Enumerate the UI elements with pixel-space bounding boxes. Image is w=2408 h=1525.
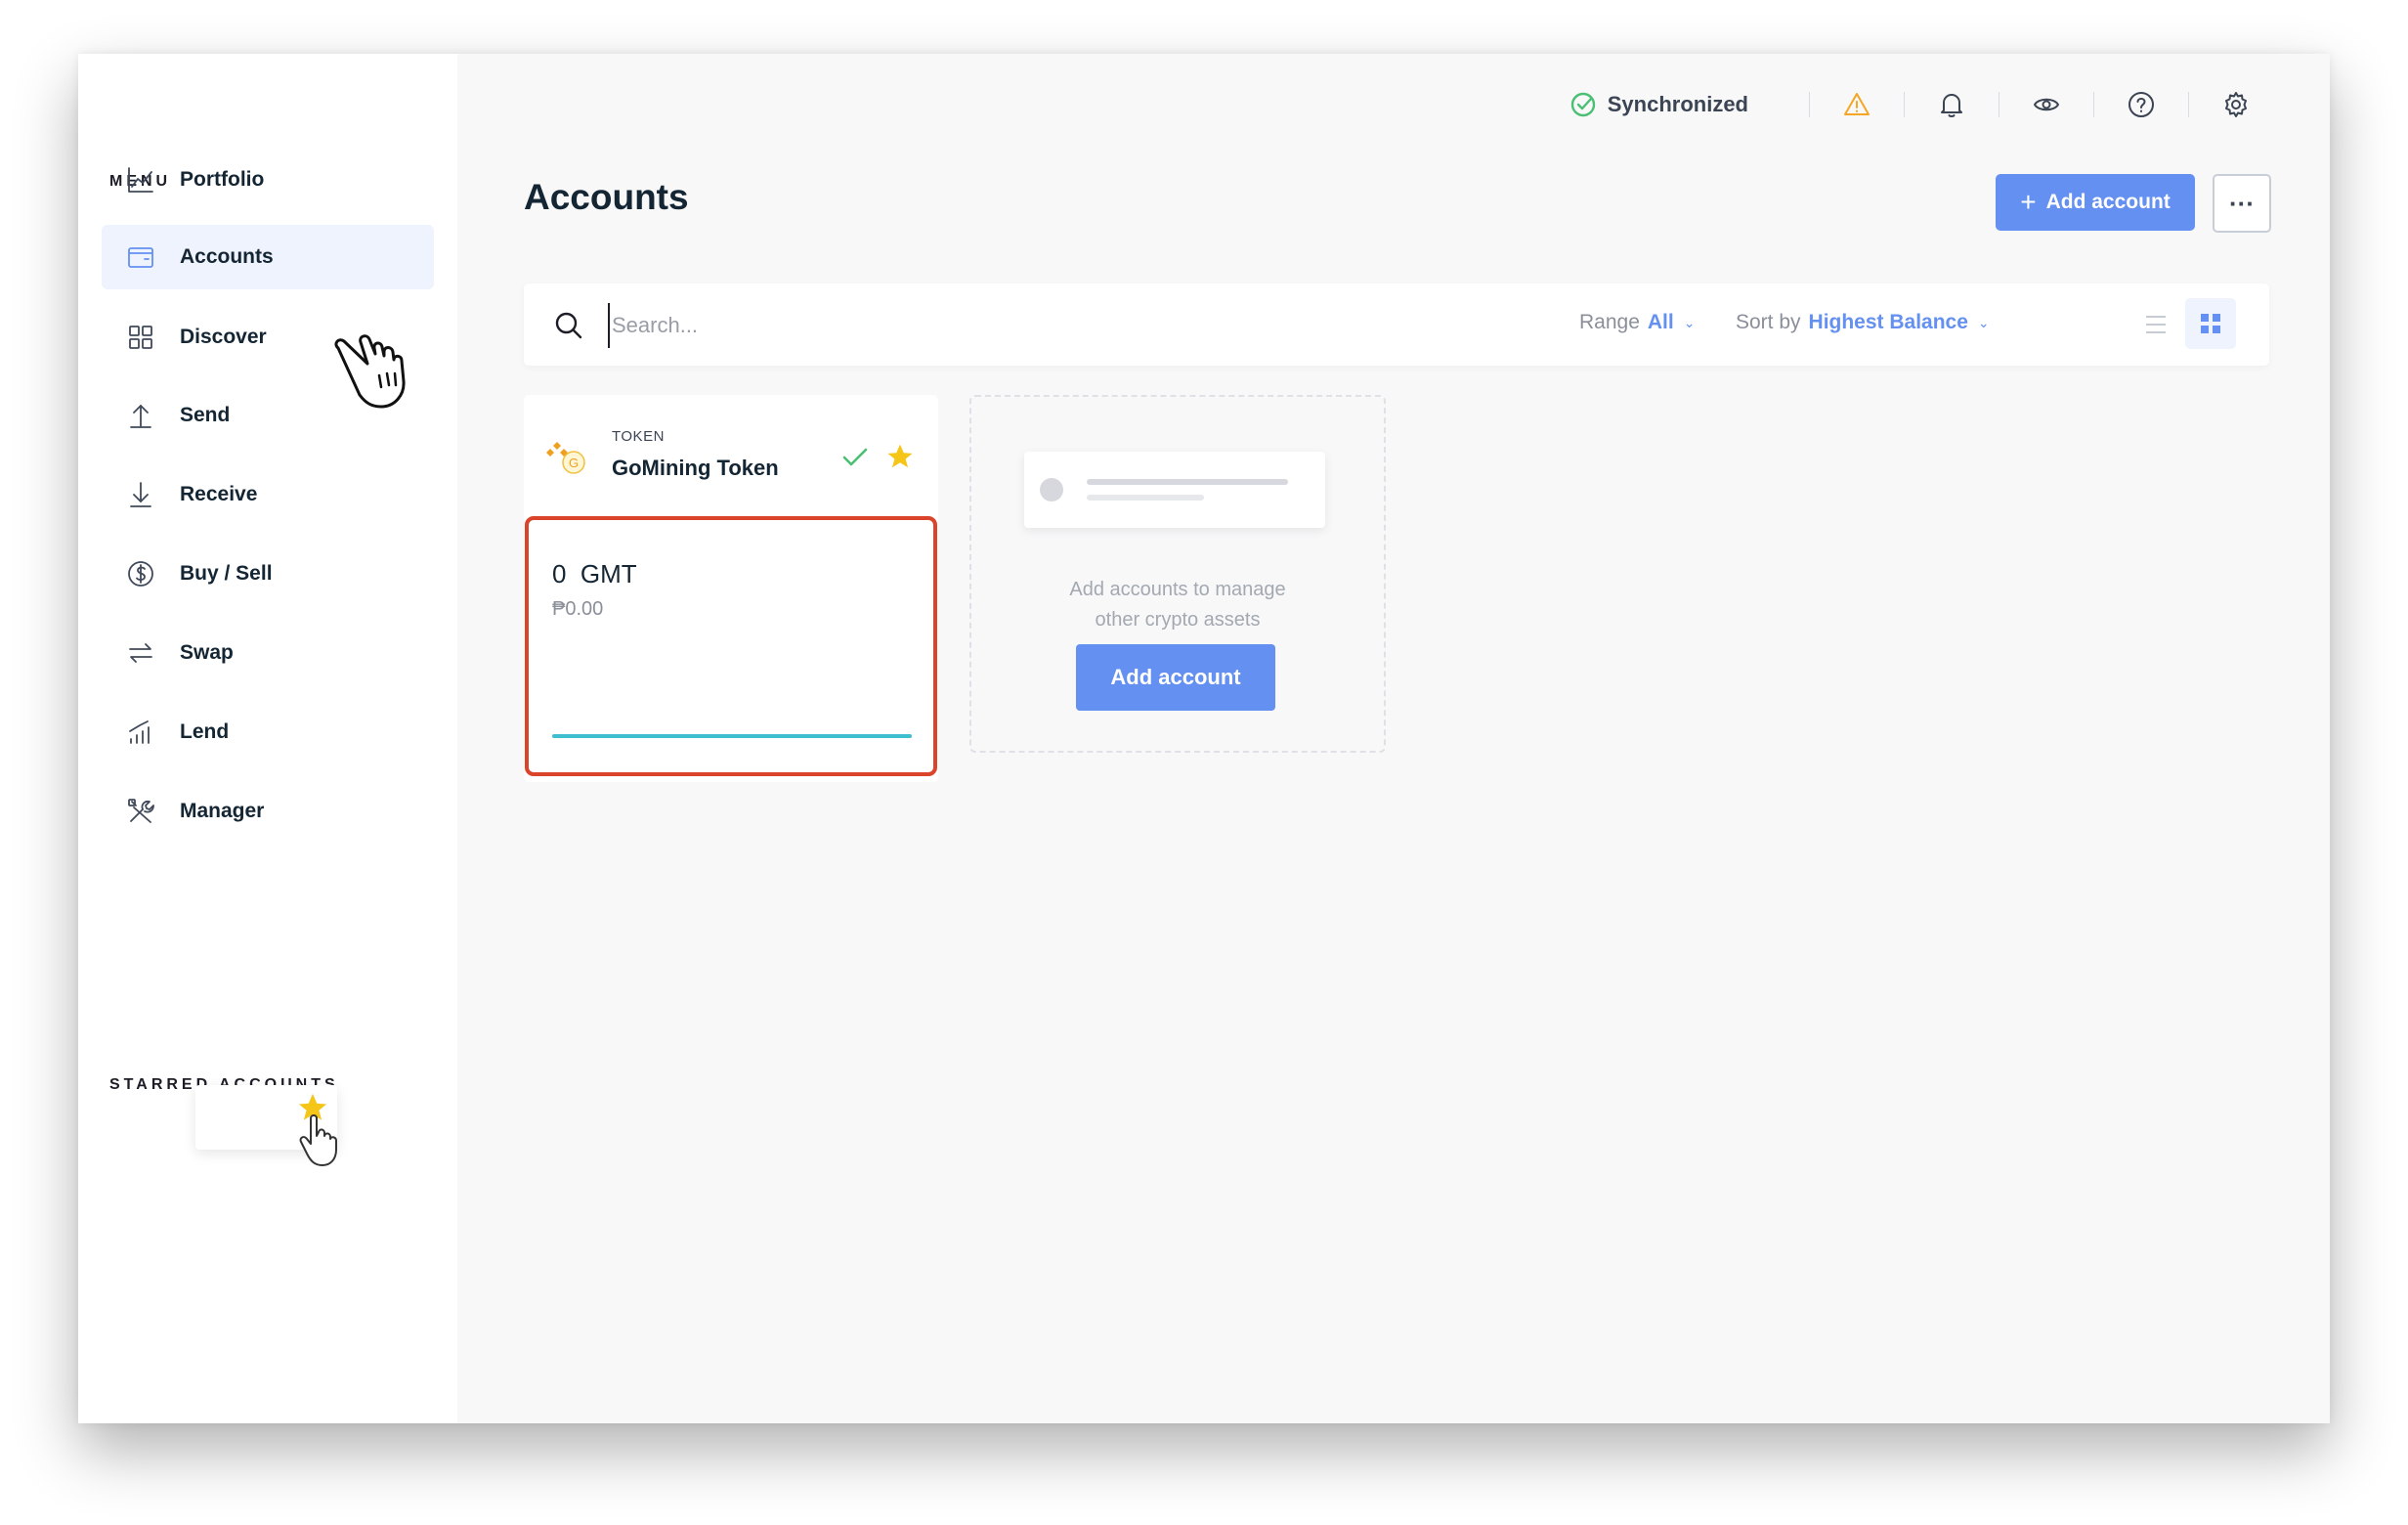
balance-amount: 0 GMT (552, 559, 637, 589)
sort-value: Highest Balance (1808, 311, 1968, 333)
gear-icon[interactable] (2220, 89, 2252, 120)
help-icon[interactable] (2126, 89, 2157, 120)
wallet-icon (124, 240, 157, 274)
sidebar-item-receive[interactable]: Receive (102, 462, 434, 527)
eye-icon[interactable] (2031, 89, 2062, 120)
account-card[interactable]: G TOKEN GoMining Token 0 GMT ₱0.00 (524, 395, 938, 782)
warning-icon[interactable] (1841, 89, 1872, 120)
send-arrow-icon (124, 399, 157, 432)
chart-icon (124, 163, 157, 196)
placeholder-line (1087, 479, 1288, 485)
chevron-down-icon: ⌄ (1977, 314, 1990, 330)
account-balance-panel: 0 GMT ₱0.00 (525, 516, 937, 776)
check-icon (840, 444, 870, 476)
placeholder-line (1087, 495, 1204, 501)
app-window: MENU Portfolio Accounts Discover Send Re… (78, 54, 2330, 1423)
range-filter[interactable]: Range All ⌄ (1579, 311, 1695, 334)
chevron-down-icon: ⌄ (1683, 314, 1696, 330)
balance-value: 0 (552, 559, 567, 588)
divider (2188, 92, 2189, 117)
range-value: All (1647, 311, 1674, 333)
sidebar-item-lend[interactable]: Lend (102, 700, 434, 764)
tools-icon (124, 795, 157, 828)
plus-icon: + (2020, 187, 2037, 217)
sidebar-item-accounts[interactable]: Accounts (102, 225, 434, 289)
sidebar-item-buy-sell[interactable]: Buy / Sell (102, 542, 434, 606)
account-name: GoMining Token (612, 456, 779, 480)
sync-status[interactable]: Synchronized (1569, 90, 1748, 119)
add-account-label: Add account (2045, 191, 2171, 213)
balance-ticker: GMT (580, 559, 637, 588)
search-icon (553, 310, 584, 341)
placeholder-account-tile (1024, 452, 1325, 528)
top-bar: Synchronized (1569, 83, 2252, 126)
sidebar-item-label: Portfolio (180, 168, 265, 191)
page-title: Accounts (524, 177, 689, 217)
sidebar-item-label: Accounts (180, 245, 274, 268)
grid-view-button[interactable] (2185, 298, 2236, 349)
add-account-button[interactable]: + Add account (1996, 174, 2195, 231)
account-card-header: G TOKEN GoMining Token (524, 395, 938, 512)
svg-text:G: G (569, 456, 579, 470)
search-input[interactable] (608, 303, 1493, 348)
swap-icon (124, 636, 157, 670)
star-icon (295, 1091, 330, 1129)
balance-fiat: ₱0.00 (552, 598, 604, 620)
sidebar-item-label: Discover (180, 326, 267, 348)
token-type-label: TOKEN (612, 428, 665, 445)
sidebar-item-portfolio[interactable]: Portfolio (102, 148, 434, 212)
bell-icon[interactable] (1936, 89, 1967, 120)
add-accounts-hint-line2: other crypto assets (1095, 609, 1261, 631)
add-account-card-button[interactable]: Add account (1076, 644, 1275, 711)
sidebar-item-send[interactable]: Send (102, 383, 434, 448)
more-options-button[interactable]: ··· (2213, 174, 2271, 233)
grid-view-icon (2201, 314, 2220, 333)
divider (1809, 92, 1810, 117)
range-label: Range (1579, 311, 1640, 333)
star-icon[interactable] (885, 442, 915, 476)
accounts-filter-bar: Range All ⌄ Sort by Highest Balance ⌄ (524, 283, 2269, 366)
sidebar-item-label: Receive (180, 483, 258, 505)
sidebar-item-discover[interactable]: Discover (102, 305, 434, 370)
sidebar-item-label: Swap (180, 641, 234, 664)
sync-check-icon (1570, 92, 1595, 117)
add-accounts-hint-line1: Add accounts to manage (1069, 579, 1286, 600)
divider (1999, 92, 2000, 117)
divider (2093, 92, 2094, 117)
sidebar-item-manager[interactable]: Manager (102, 779, 434, 844)
lend-bars-icon (124, 716, 157, 749)
starred-account-dropzone[interactable] (195, 1085, 337, 1150)
sidebar-item-label: Buy / Sell (180, 562, 273, 585)
sidebar-item-label: Lend (180, 720, 230, 743)
divider (1904, 92, 1905, 117)
balance-sparkline (552, 734, 912, 738)
list-view-icon (2146, 316, 2166, 333)
gomining-token-icon: G (545, 438, 588, 482)
add-account-placeholder-card: Add accounts to manage other crypto asse… (969, 395, 1386, 753)
sync-label: Synchronized (1607, 92, 1748, 116)
receive-arrow-icon (124, 478, 157, 511)
sidebar-item-label: Send (180, 404, 231, 426)
sort-filter[interactable]: Sort by Highest Balance ⌄ (1736, 311, 1990, 334)
placeholder-circle (1040, 478, 1063, 501)
sort-label: Sort by (1736, 311, 1801, 333)
sidebar-item-swap[interactable]: Swap (102, 621, 434, 685)
sidebar-item-label: Manager (180, 800, 265, 822)
grid-icon (124, 321, 157, 354)
sidebar: MENU Portfolio Accounts Discover Send Re… (78, 54, 457, 1423)
dollar-coin-icon (124, 557, 157, 590)
list-view-button[interactable] (2136, 305, 2175, 344)
